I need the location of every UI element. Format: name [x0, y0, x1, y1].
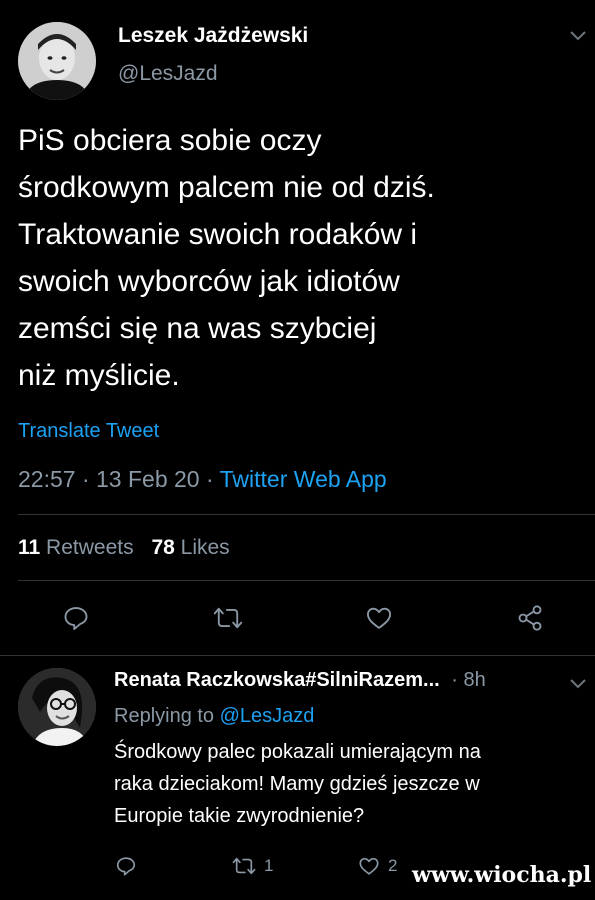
retweets-count: 11 — [18, 536, 41, 559]
reply-like-count: 2 — [388, 856, 398, 875]
reply-reply-button[interactable] — [112, 852, 140, 880]
likes-count: 78 — [151, 536, 175, 559]
tweet-meta: 22:57 · 13 Feb 20 · Twitter Web App — [18, 466, 387, 493]
reply-retweet-button[interactable]: 1 — [232, 852, 273, 880]
meta-separator: · — [206, 466, 214, 492]
divider — [18, 580, 595, 581]
share-icon — [518, 605, 542, 631]
reply-author-name[interactable]: Renata Raczkowska#SilniRazem... — [114, 669, 440, 691]
likes-label: Likes — [180, 536, 230, 559]
tweet-stats: 11 Retweets 78 Likes — [18, 536, 230, 560]
retweet-icon — [213, 607, 243, 629]
author-name[interactable]: Leszek Jażdżewski — [118, 24, 308, 48]
tweet-menu-button[interactable] — [566, 26, 590, 46]
reply-button[interactable] — [58, 600, 94, 636]
tweet-date: 13 Feb 20 — [96, 466, 200, 492]
reply-text-line: raka dzieciakom! Mamy gdzieś jeszcze w — [114, 773, 480, 795]
replying-prefix: Replying to — [114, 705, 215, 727]
reply-like-button[interactable]: 2 — [358, 852, 397, 880]
tweet-text-line: zemści się na was szybciej — [18, 312, 377, 345]
tweet-time: 22:57 — [18, 466, 76, 492]
retweet-button[interactable] — [210, 600, 246, 636]
reply-time: 8h — [463, 669, 486, 691]
reply-text-line: Europie takie zwyrodnienie? — [114, 805, 365, 827]
tweet-text-line: niż myślicie. — [18, 359, 180, 392]
heart-icon — [359, 857, 379, 875]
author-avatar[interactable] — [18, 22, 96, 100]
tweet-text: PiS obciera sobie oczy środkowym palcem … — [18, 117, 578, 399]
reply-header: Renata Raczkowska#SilniRazem... · 8h — [114, 669, 486, 692]
replying-to: Replying to @LesJazd — [114, 705, 314, 728]
reply-icon — [64, 607, 88, 631]
chevron-down-icon — [570, 31, 586, 41]
reply-text: Środkowy palec pokazali umierającym na r… — [114, 736, 574, 832]
retweets-label: Retweets — [46, 536, 134, 559]
like-button[interactable] — [361, 600, 397, 636]
tweet-text-line: środkowym palcem nie od dziś. — [18, 171, 435, 204]
author-handle[interactable]: @LesJazd — [118, 62, 218, 86]
likes-stat[interactable]: 78 Likes — [151, 536, 229, 559]
reply-text-line: Środkowy palec pokazali umierającym na — [114, 741, 481, 763]
reply-author-avatar[interactable] — [18, 668, 96, 746]
tweet-text-line: PiS obciera sobie oczy — [18, 124, 322, 157]
replying-handle-link[interactable]: @LesJazd — [220, 705, 315, 727]
chevron-down-icon — [570, 679, 586, 689]
tweet-source-link[interactable]: Twitter Web App — [220, 466, 387, 492]
divider — [0, 655, 595, 656]
translate-tweet-link[interactable]: Translate Tweet — [18, 420, 159, 443]
divider — [18, 514, 595, 515]
reply-icon — [116, 857, 136, 876]
tweet-text-line: Traktowanie swoich rodaków i — [18, 218, 418, 251]
watermark: www.wiocha.pl — [412, 862, 592, 888]
share-button[interactable] — [512, 600, 548, 636]
reply-menu-button[interactable] — [566, 674, 590, 694]
heart-icon — [366, 607, 392, 629]
reply-time-separator: · — [451, 669, 458, 691]
meta-separator: · — [81, 466, 90, 492]
reply-retweet-count: 1 — [264, 856, 274, 875]
retweets-stat[interactable]: 11 Retweets — [18, 536, 139, 559]
retweet-icon — [232, 857, 256, 875]
tweet-text-line: swoich wyborców jak idiotów — [18, 265, 400, 298]
